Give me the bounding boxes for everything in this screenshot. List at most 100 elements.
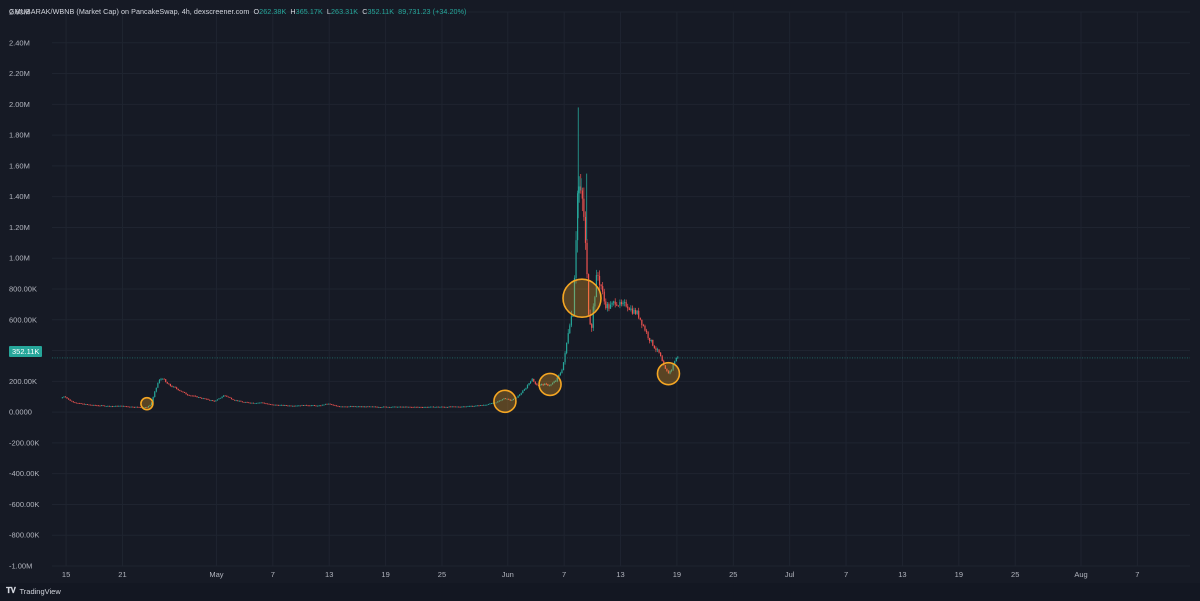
candle-body: [207, 398, 209, 400]
candle-body: [262, 402, 264, 404]
candle-body: [600, 284, 602, 287]
candle-body: [519, 394, 521, 396]
candle-body: [179, 390, 181, 391]
candle-body: [432, 406, 435, 408]
y-axis[interactable]: 2.60M2.40M2.20M2.00M1.80M1.60M1.40M1.20M…: [9, 8, 39, 571]
x-tick-label: 25: [729, 570, 737, 579]
candle-body: [221, 396, 223, 398]
candle-body: [483, 404, 485, 406]
candle-body: [414, 406, 416, 408]
candle-body: [395, 406, 397, 408]
candle-body: [116, 405, 118, 407]
candle-body: [652, 339, 654, 346]
candle-body: [196, 396, 198, 398]
price-chart[interactable]: 2.60M2.40M2.20M2.00M1.80M1.60M1.40M1.20M…: [0, 0, 1200, 601]
candle-body: [636, 310, 638, 314]
candle-body: [185, 392, 187, 395]
candle-body: [237, 400, 239, 402]
y-tick-label: 1.20M: [9, 223, 30, 232]
candle-body: [379, 407, 381, 408]
candle-body: [331, 404, 333, 406]
candle-body: [453, 406, 455, 408]
candle-body: [86, 404, 88, 405]
candle-body: [536, 383, 538, 386]
y-tick-label: -400.00K: [9, 469, 39, 478]
candle-body: [259, 402, 261, 404]
candle-body: [403, 406, 405, 408]
candle-body: [562, 362, 565, 371]
candle-body: [534, 381, 536, 384]
candle-body: [631, 308, 634, 314]
y-tick-label: 2.20M: [9, 69, 30, 78]
candle-body: [570, 316, 572, 326]
candle-body: [337, 405, 339, 407]
candle-body: [472, 405, 474, 407]
candle-body: [608, 304, 610, 309]
candle-body: [650, 339, 652, 342]
y-tick-label: 1.60M: [9, 161, 30, 170]
candle-body: [229, 397, 231, 398]
x-tick-label: 13: [616, 570, 624, 579]
annotation-circle: [656, 361, 681, 386]
candle-body: [249, 402, 251, 404]
candle-body: [190, 395, 192, 397]
candle-body: [656, 349, 659, 351]
candle-body: [83, 403, 85, 405]
candle-body: [566, 342, 568, 354]
candle-body: [490, 403, 493, 405]
candle-body: [523, 389, 525, 391]
x-axis[interactable]: 15 21 May 7 13 19 25 Jun 7 13 19 25 Jul 7 13 19 25 Aug 7: [62, 570, 1140, 579]
candle-body: [634, 309, 637, 314]
candle-body: [188, 395, 190, 396]
candle-body: [277, 405, 280, 406]
candle-body: [605, 301, 607, 309]
candle-body: [647, 332, 649, 338]
candle-body: [166, 382, 168, 384]
candle-body: [129, 406, 131, 408]
x-tick-label: May: [209, 570, 223, 579]
candle-body: [392, 406, 394, 408]
candle-body: [436, 406, 438, 408]
candle-body: [230, 397, 233, 400]
candle-body: [522, 390, 524, 394]
candle-body: [273, 404, 275, 406]
candle-body: [569, 325, 571, 334]
y-tick-label: 800.00K: [9, 285, 37, 294]
x-tick-label: 25: [438, 570, 446, 579]
annotation-circles: [140, 278, 681, 414]
candle-body: [639, 317, 641, 320]
candle-body: [96, 405, 98, 407]
candle-body: [318, 405, 320, 407]
candle-body: [484, 404, 486, 406]
candle-body: [238, 400, 240, 402]
candle-body: [63, 396, 65, 398]
candle-body: [520, 393, 522, 395]
candle-body: [561, 370, 563, 374]
candle-body: [122, 405, 125, 407]
candle-body: [346, 406, 348, 408]
candle-body: [327, 403, 330, 405]
candle-body: [66, 397, 68, 399]
candle-body: [475, 405, 477, 407]
x-tick-label: 7: [562, 570, 566, 579]
candle-body: [578, 186, 580, 194]
candle-body: [321, 404, 323, 406]
candle-body: [309, 405, 311, 407]
candle-body: [197, 397, 200, 398]
candle-body: [323, 404, 325, 406]
candle-body: [390, 406, 392, 408]
candle-body: [459, 406, 461, 408]
candle-body: [99, 405, 101, 407]
candle-body: [291, 405, 294, 407]
candle-body: [284, 405, 286, 406]
candle-body: [281, 404, 283, 406]
candle-body: [119, 405, 121, 407]
candle-body: [622, 302, 624, 305]
candle-body: [260, 402, 262, 404]
candle-body: [345, 406, 347, 408]
tradingview-branding[interactable]: 𝐓𝐕 TradingView: [6, 586, 61, 596]
candle-body: [677, 357, 679, 359]
x-tick-label: 15: [62, 570, 70, 579]
candle-body: [423, 407, 425, 408]
candle-body: [213, 400, 215, 402]
